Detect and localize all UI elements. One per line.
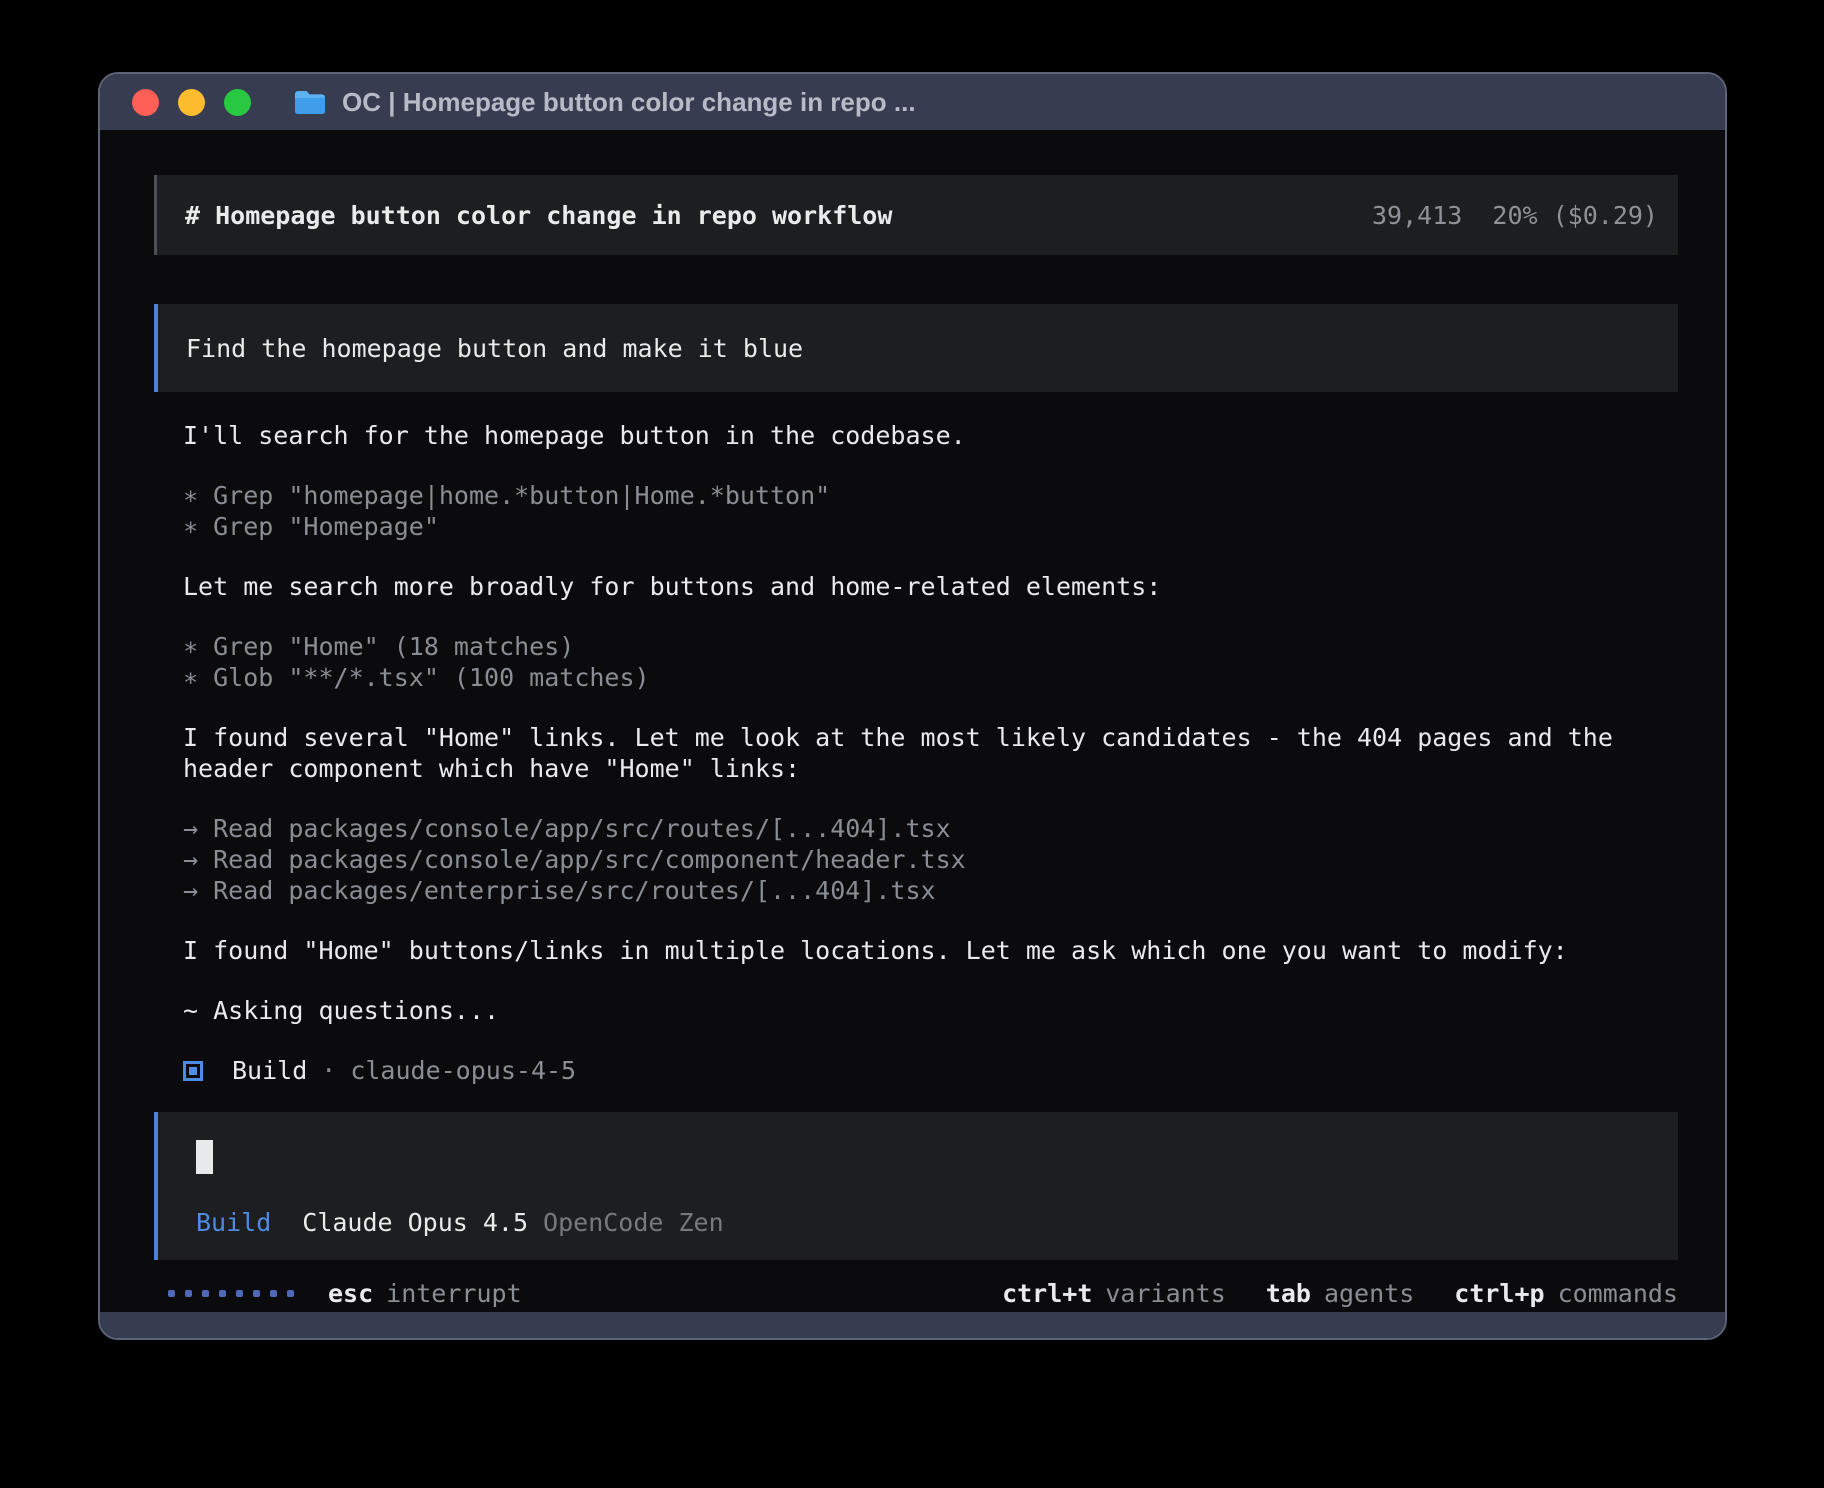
input-provider-label: OpenCode Zen: [543, 1207, 724, 1238]
tool-call-line: ∗ Grep "Homepage": [183, 511, 1678, 542]
shortcut-key: ctrl+p: [1454, 1278, 1544, 1309]
spinner-dot: [287, 1290, 294, 1297]
spinner-dot: [219, 1290, 226, 1297]
tool-call-line: ∗ Grep "homepage|home.*button|Home.*butt…: [183, 480, 1678, 511]
terminal-content: # Homepage button color change in repo w…: [100, 130, 1725, 1312]
spinner-dot: [253, 1290, 260, 1297]
folder-icon: [293, 89, 327, 116]
shortcut-commands: ctrl+p commands: [1454, 1278, 1678, 1309]
agent-separator: ·: [321, 1055, 336, 1086]
maximize-window-button[interactable]: [224, 89, 251, 116]
shortcut-key: ctrl+t: [1002, 1278, 1092, 1309]
assistant-text-line: I found several "Home" links. Let me loo…: [183, 722, 1678, 784]
agent-name: Build: [232, 1055, 307, 1086]
shortcut-interrupt: esc interrupt: [328, 1278, 522, 1309]
terminal-window: OC | Homepage button color change in rep…: [98, 72, 1727, 1340]
spinner-dot: [168, 1290, 175, 1297]
shortcut-variants: ctrl+t variants: [1002, 1278, 1226, 1309]
shortcut-label: commands: [1558, 1278, 1678, 1309]
tool-call-line: ∗ Glob "**/*.tsx" (100 matches): [183, 662, 1678, 693]
assistant-text-line: I found "Home" buttons/links in multiple…: [183, 935, 1678, 966]
text-cursor: [196, 1140, 213, 1174]
shortcut-label: variants: [1105, 1278, 1225, 1309]
working-spinner: [168, 1290, 294, 1297]
spinner-dot: [270, 1290, 277, 1297]
minimize-window-button[interactable]: [178, 89, 205, 116]
tool-call-line: → Read packages/console/app/src/componen…: [183, 844, 1678, 875]
user-message-text: Find the homepage button and make it blu…: [186, 333, 803, 364]
spinner-dot: [185, 1290, 192, 1297]
shortcut-hints: ctrl+t variants tab agents ctrl+p comman…: [1002, 1278, 1678, 1309]
prompt-input[interactable]: Build Claude Opus 4.5 OpenCode Zen: [154, 1112, 1678, 1260]
window-bottom-chrome: [100, 1312, 1725, 1338]
traffic-lights: [100, 89, 251, 116]
shortcut-label: agents: [1324, 1278, 1414, 1309]
tool-call-line: → Read packages/enterprise/src/routes/[.…: [183, 875, 1678, 906]
agent-build-icon: [183, 1061, 203, 1081]
agent-model: claude-opus-4-5: [350, 1055, 576, 1086]
assistant-text-line: I'll search for the homepage button in t…: [183, 420, 1678, 451]
assistant-text-line: Let me search more broadly for buttons a…: [183, 571, 1678, 602]
window-title: OC | Homepage button color change in rep…: [342, 87, 916, 118]
shortcut-key: tab: [1266, 1278, 1311, 1309]
close-window-button[interactable]: [132, 89, 159, 116]
agent-status-row: Build · claude-opus-4-5: [183, 1055, 1678, 1086]
input-model-label[interactable]: Claude Opus 4.5: [302, 1207, 528, 1238]
tool-call-line: ∗ Grep "Home" (18 matches): [183, 631, 1678, 662]
session-usage: 39,413 20% ($0.29): [1372, 200, 1658, 231]
conversation-log: I'll search for the homepage button in t…: [183, 420, 1678, 1086]
context-cost: 20% ($0.29): [1492, 201, 1658, 230]
spinner-dot: [202, 1290, 209, 1297]
session-title: # Homepage button color change in repo w…: [185, 200, 892, 231]
assistant-status-line: ~ Asking questions...: [183, 995, 1678, 1026]
token-count: 39,413: [1372, 201, 1462, 230]
spinner-dot: [236, 1290, 243, 1297]
status-bar: esc interrupt ctrl+t variants tab agents…: [154, 1278, 1678, 1309]
shortcut-key: esc: [328, 1278, 373, 1309]
shortcut-agents: tab agents: [1266, 1278, 1414, 1309]
input-meta: Build Claude Opus 4.5 OpenCode Zen: [196, 1207, 724, 1238]
window-titlebar[interactable]: OC | Homepage button color change in rep…: [100, 74, 1725, 130]
input-mode-label[interactable]: Build: [196, 1207, 271, 1238]
tool-call-line: → Read packages/console/app/src/routes/[…: [183, 813, 1678, 844]
shortcut-label: interrupt: [386, 1278, 521, 1309]
user-message: Find the homepage button and make it blu…: [154, 304, 1678, 392]
session-header: # Homepage button color change in repo w…: [154, 175, 1678, 255]
